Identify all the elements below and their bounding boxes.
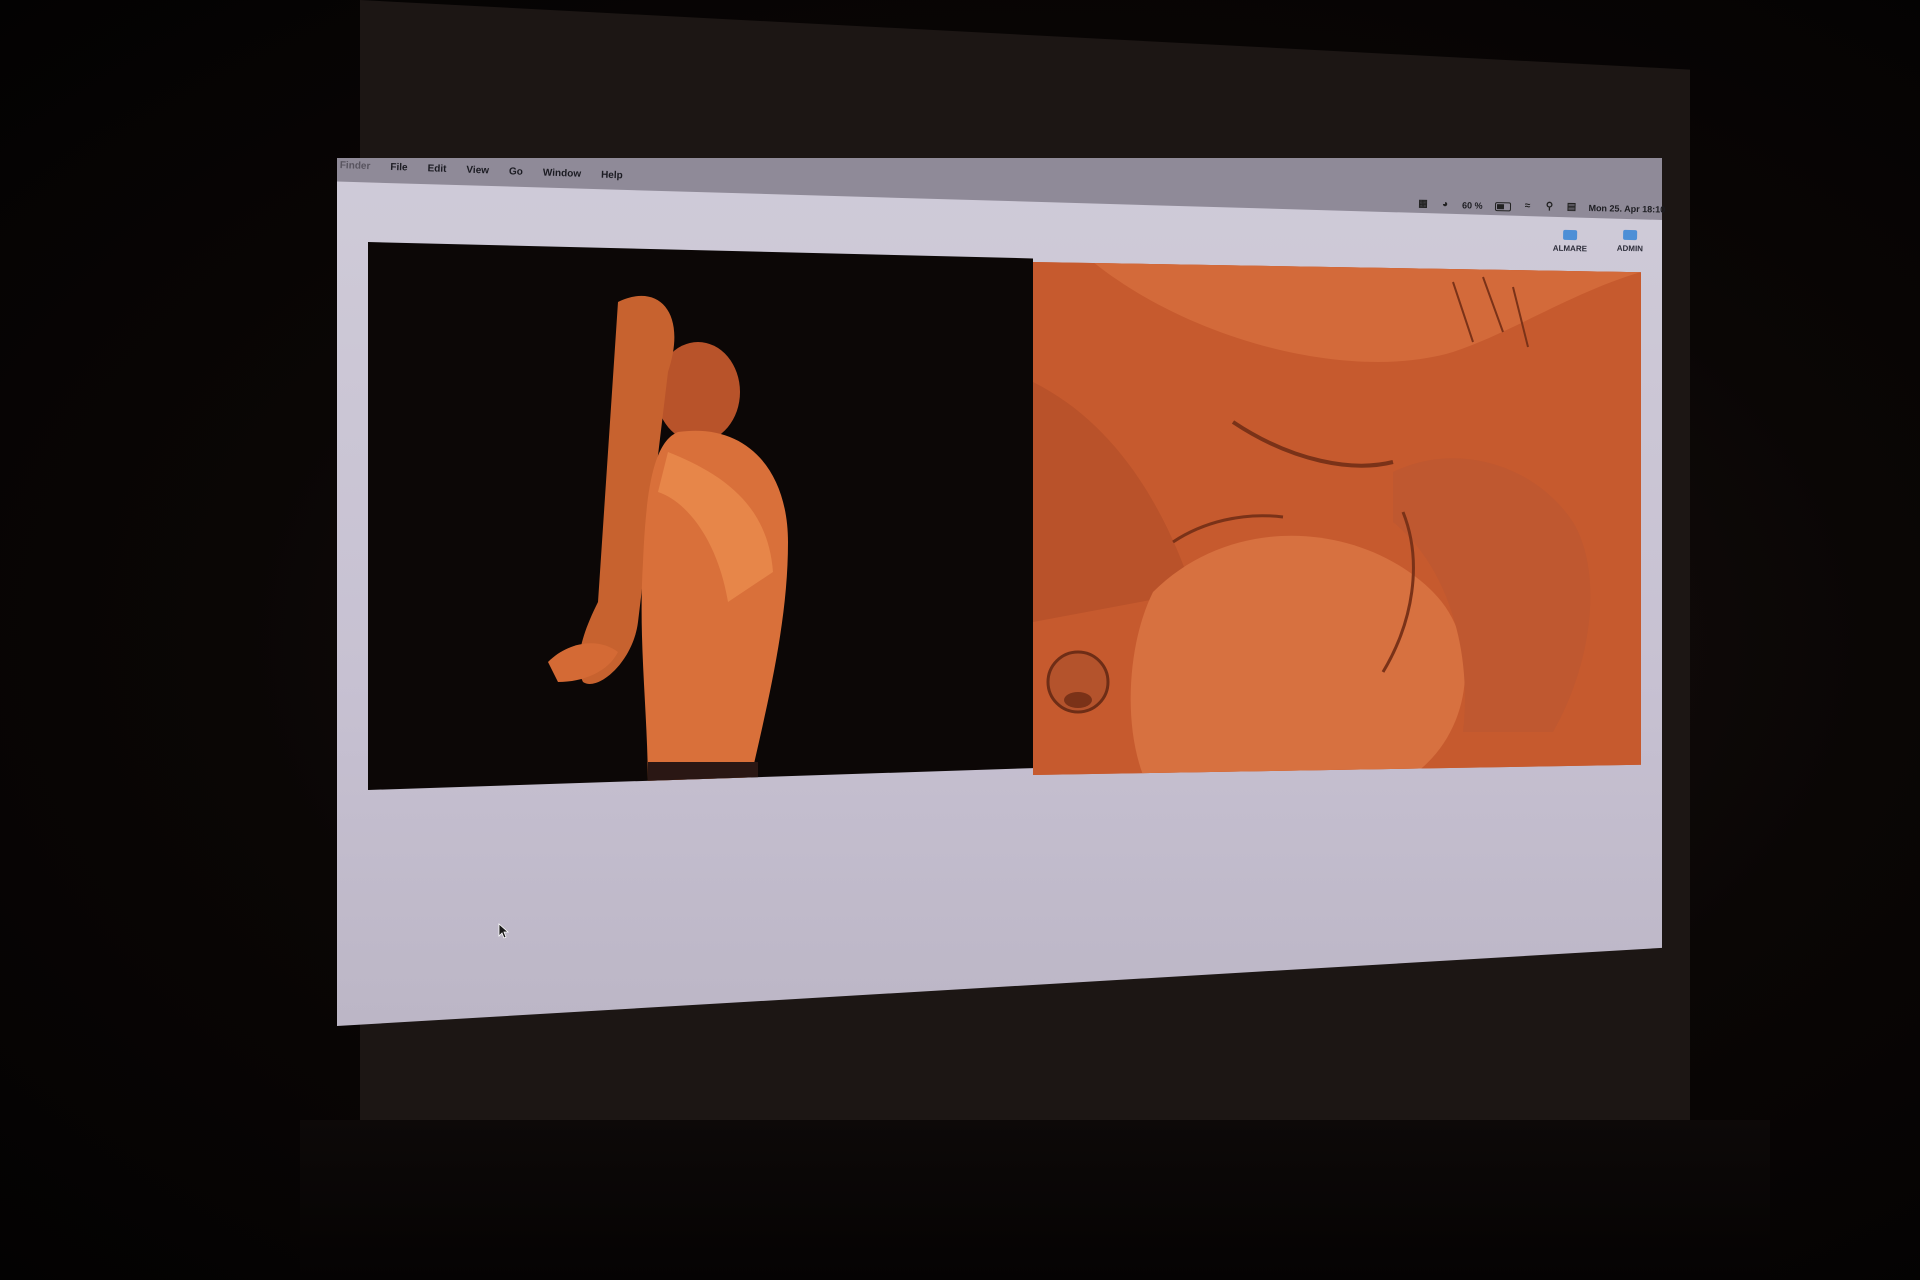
menu-item-help[interactable]: Help [601, 170, 623, 182]
battery-percent: 60 % [1461, 200, 1483, 211]
menu-item-file[interactable]: File [390, 162, 408, 174]
folder-icon [1623, 229, 1638, 241]
menu-item-window[interactable]: Window [543, 167, 582, 179]
wifi-icon[interactable]: ≈ [1522, 201, 1532, 212]
document-status-icon[interactable]: ▦ [1418, 198, 1428, 209]
menu-app-name[interactable]: Finder [340, 160, 371, 172]
video-window-left[interactable] [368, 242, 1033, 790]
mouse-pointer-icon [498, 923, 510, 939]
desktop-icon-label: ALMARE [1552, 243, 1588, 254]
figure-silhouette-image [548, 295, 788, 790]
battery-icon[interactable] [1494, 201, 1511, 211]
animated-scene-image [1033, 262, 1641, 775]
desktop-icon-admin[interactable]: ADMIN [1604, 229, 1656, 254]
battery-fill [1496, 203, 1504, 209]
folder-icon [1563, 229, 1578, 241]
menu-item-go[interactable]: Go [509, 166, 523, 178]
desktop-icon-label: ADMIN [1616, 243, 1644, 254]
clock-status-icon[interactable]: ◕ [1440, 199, 1450, 210]
stage-floor [300, 1120, 1770, 1280]
search-icon[interactable]: ⚲ [1544, 201, 1554, 212]
menu-item-edit[interactable]: Edit [427, 163, 446, 175]
video-window-right[interactable] [1033, 262, 1641, 775]
menu-clock[interactable]: Mon 25. Apr 18:10 [1588, 203, 1665, 215]
menu-item-view[interactable]: View [466, 165, 489, 177]
desktop-icon-almare[interactable]: ALMARE [1544, 229, 1596, 254]
control-center-icon[interactable]: ▤ [1566, 202, 1577, 213]
